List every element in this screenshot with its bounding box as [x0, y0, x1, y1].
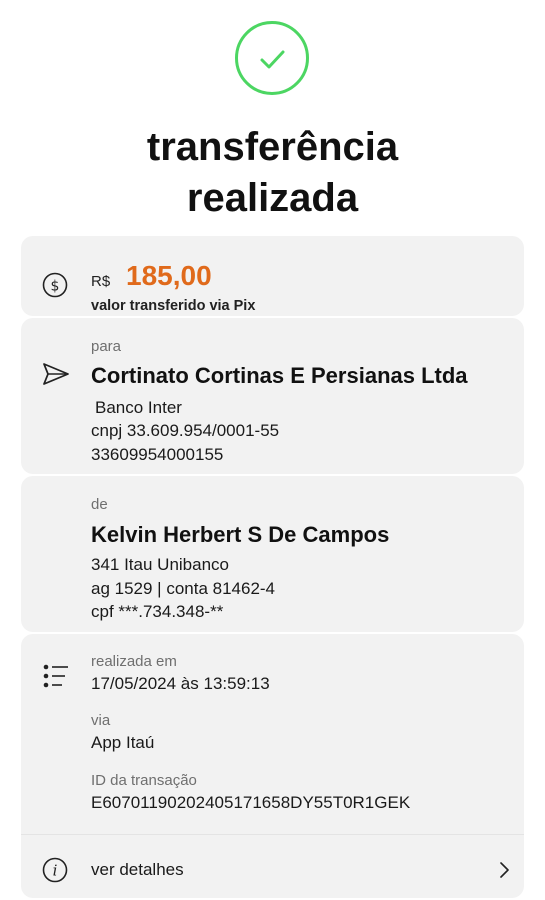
date-label: realizada em	[91, 653, 177, 670]
sender-label: de	[91, 496, 108, 513]
sender-account: ag 1529 | conta 81462-4	[91, 579, 276, 598]
svg-text:$: $	[51, 279, 60, 295]
view-details-label: ver detalhes	[91, 860, 184, 879]
sender-cpf: cpf ***.734.348-**	[91, 602, 224, 621]
recipient-key: 33609954000155	[91, 445, 224, 464]
send-arrow-icon	[42, 362, 70, 391]
info-circle-icon: i	[42, 857, 68, 888]
currency-symbol: R$	[91, 273, 111, 290]
checkmark-circle-icon	[235, 21, 309, 95]
amount-card: $ R$ 185,00 valor transferido via Pix	[21, 236, 524, 316]
list-icon	[42, 664, 70, 693]
via-label: via	[91, 712, 111, 729]
recipient-name: Cortinato Cortinas E Persianas Ltda	[91, 363, 468, 388]
svg-text:i: i	[53, 862, 58, 880]
chevron-right-icon	[499, 861, 511, 884]
details-card: realizada em 17/05/2024 às 13:59:13 via …	[21, 634, 524, 898]
amount-caption: valor transferido via Pix	[91, 298, 256, 314]
view-details-button[interactable]: i ver detalhes	[21, 835, 524, 898]
recipient-cnpj: cnpj 33.609.954/0001-55	[91, 421, 280, 440]
recipient-bank: Banco Inter	[95, 398, 182, 417]
recipient-card: para Cortinato Cortinas E Persianas Ltda…	[21, 318, 524, 474]
recipient-label: para	[91, 338, 122, 355]
amount-value: 185,00	[126, 260, 212, 291]
title-line-1: transferência	[146, 125, 399, 169]
date-value: 17/05/2024 às 13:59:13	[91, 674, 270, 693]
title-line-2: realizada	[186, 176, 359, 220]
dollar-circle-icon: $	[42, 272, 68, 303]
page-title: transferência realizada	[0, 122, 545, 224]
transaction-id-label: ID da transação	[91, 772, 197, 789]
via-value: App Itaú	[91, 733, 155, 752]
sender-name: Kelvin Herbert S De Campos	[91, 522, 390, 547]
transaction-id-value: E60701190202405171658DY55T0R1GEK	[91, 793, 411, 812]
sender-card: de Kelvin Herbert S De Campos 341 Itau U…	[21, 476, 524, 632]
sender-bank: 341 Itau Unibanco	[91, 555, 229, 574]
